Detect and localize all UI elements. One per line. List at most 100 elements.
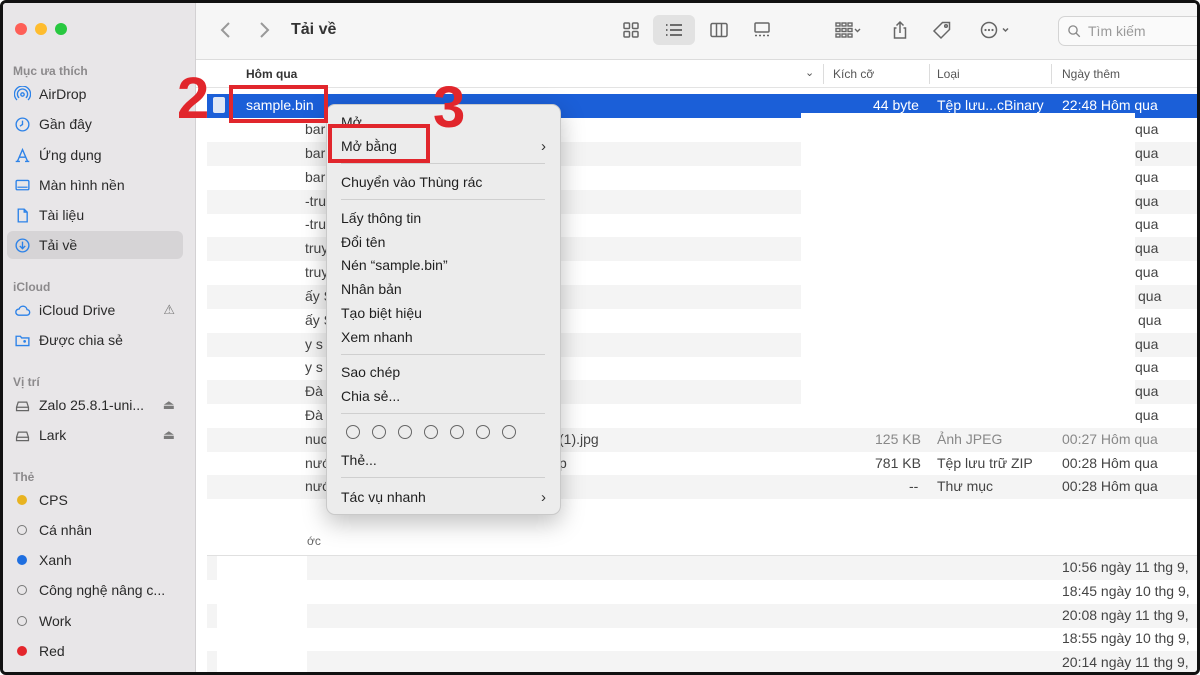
- gallery-view-button[interactable]: [748, 15, 776, 45]
- tag-circle-icon[interactable]: [372, 425, 386, 439]
- sidebar-item-documents[interactable]: Tài liệu: [7, 201, 183, 229]
- column-divider[interactable]: [823, 64, 824, 84]
- menu-item-quick-actions[interactable]: Tác vụ nhanh ›: [341, 489, 546, 506]
- sidebar-tag-work[interactable]: Work: [7, 607, 183, 635]
- menu-item-share[interactable]: Chia sẻ...: [341, 388, 400, 404]
- annotation-step-3: 3: [433, 75, 466, 140]
- tag-circle-icon[interactable]: [424, 425, 438, 439]
- menu-item-duplicate[interactable]: Nhân bản: [341, 281, 402, 297]
- sidebar-item-airdrop[interactable]: AirDrop: [7, 80, 183, 108]
- column-view-button[interactable]: [705, 15, 733, 45]
- sidebar-item-shared[interactable]: Được chia sẻ: [7, 326, 183, 354]
- menu-item-get-info[interactable]: Lấy thông tin: [341, 210, 421, 226]
- table-row[interactable]: 18:45 ngày 10 thg 9,: [207, 580, 1197, 604]
- file-date: qua: [1135, 169, 1159, 185]
- column-divider[interactable]: [1051, 64, 1052, 84]
- shared-folder-icon: [13, 331, 31, 349]
- sidebar-tag-tech[interactable]: Công nghệ nâng c...: [7, 576, 183, 604]
- download-icon: [13, 236, 31, 254]
- close-window-button[interactable]: [15, 23, 27, 35]
- tag-circle-icon[interactable]: [346, 425, 360, 439]
- column-divider[interactable]: [929, 64, 930, 84]
- column-date-header[interactable]: Ngày thêm: [1062, 67, 1120, 81]
- column-kind-header[interactable]: Loại: [937, 67, 960, 81]
- tag-circle-icon[interactable]: [398, 425, 412, 439]
- sidebar-item-label: Công nghệ nâng c...: [39, 582, 166, 598]
- sidebar-item-icloud-drive[interactable]: iCloud Drive ⚠: [7, 296, 183, 324]
- zoom-window-button[interactable]: [55, 23, 67, 35]
- icon-view-button[interactable]: [617, 15, 645, 45]
- tag-icon[interactable]: [929, 15, 955, 45]
- menu-item-copy[interactable]: Sao chép: [341, 364, 400, 380]
- file-kind: Ảnh JPEG: [937, 431, 1003, 447]
- file-date: qua: [1135, 359, 1159, 375]
- menu-item-tags[interactable]: Thẻ...: [341, 452, 377, 468]
- forward-button[interactable]: [253, 15, 275, 45]
- sidebar-item-downloads[interactable]: Tải về: [7, 231, 183, 259]
- sidebar-item-label: iCloud Drive: [39, 302, 116, 318]
- sidebar-item-label: Cá nhân: [39, 522, 92, 538]
- menu-item-quick-look[interactable]: Xem nhanh: [341, 329, 413, 345]
- sidebar-tag-red[interactable]: Red: [7, 637, 183, 665]
- sidebar-tag-personal[interactable]: Cá nhân: [7, 516, 183, 544]
- sidebar-item-recents[interactable]: Gần đây: [7, 110, 183, 138]
- warning-icon: ⚠: [163, 302, 175, 317]
- sidebar-item-label: Được chia sẻ: [39, 332, 123, 348]
- menu-item-move-to-trash[interactable]: Chuyển vào Thùng rác: [341, 174, 482, 190]
- window-title: Tải về: [291, 21, 337, 38]
- sidebar: Mục ưa thích AirDrop Gần đây Ứng dụng Mà…: [3, 3, 196, 672]
- file-date: qua: [1138, 312, 1162, 328]
- tag-circle-icon[interactable]: [502, 425, 516, 439]
- list-view-button[interactable]: [653, 15, 695, 45]
- file-name: y s: [305, 336, 323, 352]
- menu-item-rename[interactable]: Đổi tên: [341, 234, 385, 250]
- file-name-end: (1).jpg: [559, 431, 599, 447]
- sidebar-tag-blue[interactable]: Xanh: [7, 546, 183, 574]
- sidebar-item-label: Zalo 25.8.1-uni...: [39, 397, 145, 413]
- sidebar-item-label: Gần đây: [39, 116, 92, 132]
- tag-circle-icon[interactable]: [450, 425, 464, 439]
- file-date: qua: [1135, 407, 1159, 423]
- more-actions-button[interactable]: [973, 15, 1017, 45]
- menu-separator: [341, 199, 545, 200]
- menu-separator: [341, 354, 545, 355]
- sidebar-tag-cps[interactable]: CPS: [7, 486, 183, 514]
- tag-circle-icon[interactable]: [476, 425, 490, 439]
- desktop-icon: [13, 176, 31, 194]
- eject-icon[interactable]: ⏏: [163, 397, 175, 413]
- section-label-earlier: ớc: [307, 534, 321, 548]
- tag-color-dot: [17, 525, 27, 535]
- file-date: 10:56 ngày 11 thg 9,: [1062, 559, 1189, 575]
- sidebar-item-label: Work: [39, 613, 72, 629]
- minimize-window-button[interactable]: [35, 23, 47, 35]
- sidebar-item-desktop[interactable]: Màn hình nền: [7, 171, 183, 199]
- menu-item-compress[interactable]: Nén “sample.bin”: [341, 257, 448, 273]
- group-by-button[interactable]: [827, 15, 869, 45]
- sidebar-item-label: Màn hình nền: [39, 177, 125, 193]
- column-size-header[interactable]: Kích cỡ: [833, 67, 874, 81]
- sidebar-item-lark-disk[interactable]: Lark ⏏: [7, 421, 183, 449]
- table-row[interactable]: 10:56 ngày 11 thg 9,: [207, 556, 1197, 580]
- applications-icon: [13, 146, 31, 164]
- file-date: qua: [1135, 336, 1159, 352]
- table-row[interactable]: 20:08 ngày 11 thg 9,: [207, 604, 1197, 628]
- file-name: bar: [305, 121, 326, 137]
- eject-icon[interactable]: ⏏: [163, 427, 175, 443]
- file-date: 20:14 ngày 11 thg 9,: [1062, 654, 1189, 670]
- menu-separator: [341, 163, 545, 164]
- table-row[interactable]: 18:55 ngày 10 thg 9,: [207, 627, 1197, 651]
- file-name: -tru: [305, 216, 326, 232]
- column-name-header[interactable]: Hôm qua: [246, 67, 297, 81]
- sidebar-item-zalo-disk[interactable]: Zalo 25.8.1-uni... ⏏: [7, 391, 183, 419]
- chevron-right-icon: ›: [541, 489, 546, 506]
- search-input[interactable]: Tìm kiếm: [1058, 16, 1197, 46]
- file-size: 44 byte: [873, 97, 919, 113]
- table-row[interactable]: 20:14 ngày 11 thg 9,: [207, 651, 1197, 672]
- menu-item-make-alias[interactable]: Tạo biệt hiệu: [341, 305, 422, 321]
- sort-chevron-icon[interactable]: ⌄: [805, 66, 814, 79]
- file-date: 20:08 ngày 11 thg 9,: [1062, 607, 1189, 623]
- back-button[interactable]: [215, 15, 237, 45]
- share-icon[interactable]: [887, 15, 913, 45]
- redacted-region: [217, 556, 307, 672]
- sidebar-item-applications[interactable]: Ứng dụng: [7, 141, 183, 169]
